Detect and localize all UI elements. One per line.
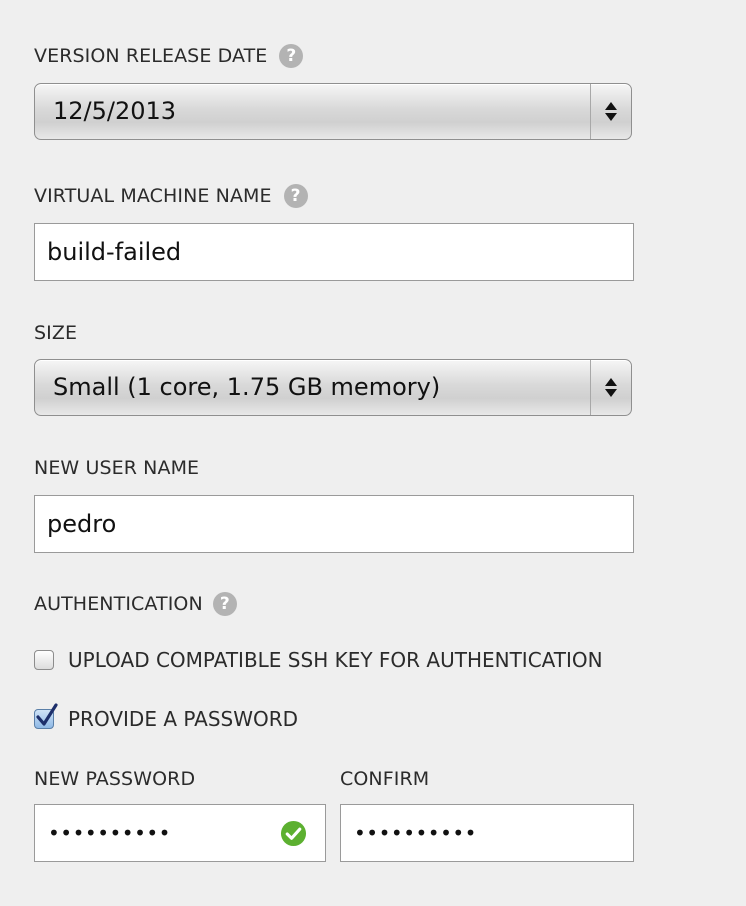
version-release-date-select[interactable]: 12/5/2013 [34, 83, 632, 140]
size-label-text: SIZE [34, 322, 78, 344]
new-user-name-value: pedro [47, 510, 117, 538]
help-icon[interactable]: ? [212, 592, 237, 616]
select-arrows-icon [590, 360, 631, 415]
size-label: SIZE [34, 322, 77, 344]
ssh-key-checkbox[interactable] [34, 650, 54, 670]
virtual-machine-name-input[interactable]: build-failed [34, 223, 634, 281]
size-select[interactable]: Small (1 core, 1.75 GB memory) [34, 359, 632, 416]
confirm-label: CONFIRM [340, 768, 429, 790]
size-value: Small (1 core, 1.75 GB memory) [53, 373, 441, 401]
password-option-label: PROVIDE A PASSWORD [68, 707, 299, 731]
authentication-label-text: AUTHENTICATION [34, 593, 203, 615]
confirm-label-text: CONFIRM [340, 768, 430, 790]
new-password-value: •••••••••• [48, 821, 171, 845]
new-password-input[interactable]: •••••••••• [34, 804, 326, 862]
ssh-key-option-label: UPLOAD COMPATIBLE SSH KEY FOR AUTHENTICA… [68, 648, 603, 672]
new-password-label-text: NEW PASSWORD [34, 768, 196, 790]
help-icon[interactable]: ? [279, 44, 304, 68]
new-password-label: NEW PASSWORD [34, 768, 195, 790]
new-user-name-label-text: NEW USER NAME [34, 457, 200, 479]
version-release-date-value: 12/5/2013 [53, 97, 177, 125]
version-release-date-label-text: VERSION RELEASE DATE [34, 45, 268, 67]
select-arrows-icon [590, 84, 631, 139]
ssh-key-option[interactable]: UPLOAD COMPATIBLE SSH KEY FOR AUTHENTICA… [34, 648, 603, 672]
virtual-machine-name-label: VIRTUAL MACHINE NAME ? [34, 184, 308, 208]
authentication-label: AUTHENTICATION ? [34, 592, 237, 616]
virtual-machine-name-label-text: VIRTUAL MACHINE NAME [34, 185, 272, 207]
help-icon[interactable]: ? [283, 184, 308, 208]
password-checkbox[interactable] [34, 703, 58, 729]
new-user-name-label: NEW USER NAME [34, 457, 199, 479]
version-release-date-label: VERSION RELEASE DATE ? [34, 44, 304, 68]
password-option[interactable]: PROVIDE A PASSWORD [34, 703, 299, 731]
new-user-name-input[interactable]: pedro [34, 495, 634, 553]
checkmark-icon [36, 703, 58, 726]
confirm-password-value: •••••••••• [354, 821, 477, 845]
check-circle-icon [280, 820, 307, 847]
confirm-password-input[interactable]: •••••••••• [340, 804, 634, 862]
virtual-machine-name-value: build-failed [47, 238, 182, 266]
